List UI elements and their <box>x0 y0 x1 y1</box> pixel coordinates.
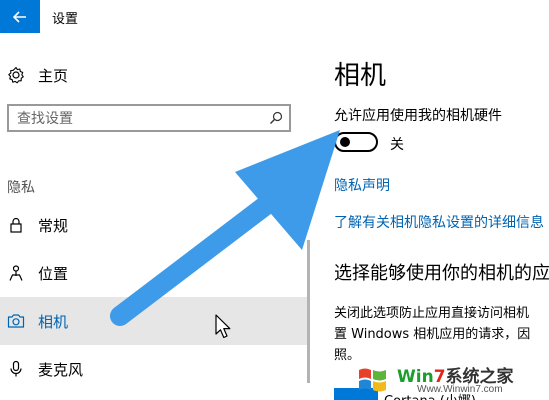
sidebar-item-microphone[interactable]: 麦克风 <box>0 345 310 393</box>
main-content: 相机 允许应用使用我的相机硬件 关 隐私声明 了解有关相机隐私设置的详细信息 选… <box>310 33 549 400</box>
description-line: 关闭此选项防止应用直接访问相机 <box>334 306 530 321</box>
description-line: 置 Windows 相机应用的请求，因 <box>334 327 531 342</box>
sidebar-item-label: 常规 <box>38 217 69 235</box>
toggle-knob <box>340 137 350 147</box>
back-button[interactable] <box>0 0 40 33</box>
search-icon[interactable] <box>269 111 283 125</box>
watermark: Win7系统之家 Www.Winwin7.com <box>355 360 549 400</box>
privacy-statement-link[interactable]: 隐私声明 <box>334 175 390 195</box>
sidebar: 主页 隐私 常规 位置 相机 麦克风 <box>0 33 310 400</box>
windows-logo-icon <box>359 368 386 392</box>
allow-camera-label: 允许应用使用我的相机硬件 <box>334 108 502 124</box>
window-title: 设置 <box>52 12 79 27</box>
search-box[interactable] <box>7 104 291 132</box>
sidebar-item-general[interactable]: 常规 <box>0 201 310 249</box>
microphone-icon <box>10 360 22 377</box>
title-bar: 设置 <box>0 0 549 33</box>
sidebar-item-camera[interactable]: 相机 <box>0 297 310 345</box>
camera-icon <box>7 314 25 328</box>
choose-apps-heading: 选择能够使用你的相机的应用 <box>334 263 549 284</box>
back-arrow-icon <box>13 10 26 23</box>
toggle-state-label: 关 <box>390 137 404 153</box>
mouse-cursor-icon <box>215 314 231 339</box>
sidebar-item-label: 主页 <box>38 67 69 85</box>
page-title: 相机 <box>334 61 387 91</box>
search-input[interactable] <box>17 109 257 129</box>
sidebar-item-label: 位置 <box>38 265 69 283</box>
description-text: 关闭此选项防止应用直接访问相机 置 Windows 相机应用的请求，因 照。 <box>334 303 549 366</box>
gear-icon <box>8 66 24 84</box>
section-label: 隐私 <box>7 180 35 196</box>
camera-access-toggle[interactable] <box>334 132 378 152</box>
sidebar-item-home[interactable]: 主页 <box>0 59 310 91</box>
location-icon <box>9 265 23 281</box>
sidebar-item-label: 相机 <box>38 313 69 331</box>
lock-icon <box>10 217 22 233</box>
learn-more-link[interactable]: 了解有关相机隐私设置的详细信息 <box>334 212 544 232</box>
sidebar-item-location[interactable]: 位置 <box>0 249 310 297</box>
watermark-url: Www.Winwin7.com <box>417 384 503 395</box>
sidebar-item-label: 麦克风 <box>38 361 84 379</box>
